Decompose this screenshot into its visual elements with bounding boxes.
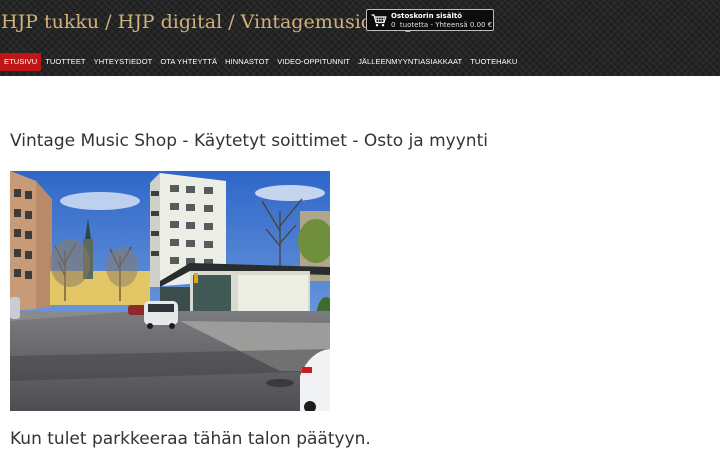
- page-subheading: Kun tulet parkkeeraa tähän talon päätyyn…: [10, 429, 371, 449]
- shopping-cart-widget[interactable]: Ostoskorin sisältö 0 tuotetta - Yhteensä…: [366, 9, 494, 31]
- cart-count: 0: [391, 21, 396, 29]
- nav-item-yhteystiedot[interactable]: YHTEYSTIEDOT: [90, 53, 157, 71]
- cart-count-label: tuotetta: [399, 21, 429, 29]
- cart-title: Ostoskorin sisältö: [391, 12, 462, 20]
- nav-item-tuotteet[interactable]: TUOTTEET: [41, 53, 89, 71]
- shopping-cart-icon: [371, 14, 387, 27]
- site-title[interactable]: HJP tukku / HJP digital / Vintagemusicsh…: [1, 11, 417, 33]
- nav-item-video-oppitunnit[interactable]: VIDEO-OPPITUNNIT: [273, 53, 354, 71]
- site-header: HJP tukku / HJP digital / Vintagemusicsh…: [0, 0, 720, 76]
- nav-item-hinnastot[interactable]: HINNASTOT: [221, 53, 273, 71]
- nav-item-etusivu[interactable]: ETUSIVU: [0, 53, 42, 71]
- nav-item-jalleenmyyntiasiakkaat[interactable]: JÄLLEENMYYNTIASIAKKAAT: [354, 53, 466, 71]
- nav-item-tuotehaku[interactable]: TUOTEHAKU: [466, 53, 521, 71]
- page-heading: Vintage Music Shop - Käytetyt soittimet …: [10, 131, 488, 151]
- shop-building-photo: [10, 171, 330, 411]
- main-nav: ETUSIVU TUOTTEET YHTEYSTIEDOT OTA YHTEYT…: [0, 53, 521, 71]
- nav-item-ota-yhteytta[interactable]: OTA YHTEYTTÄ: [156, 53, 221, 71]
- cart-summary: 0 tuotetta - Yhteensä 0.00 €: [391, 21, 493, 29]
- cart-total-label: Yhteensä: [435, 21, 468, 29]
- cart-total: 0.00 €: [469, 21, 493, 29]
